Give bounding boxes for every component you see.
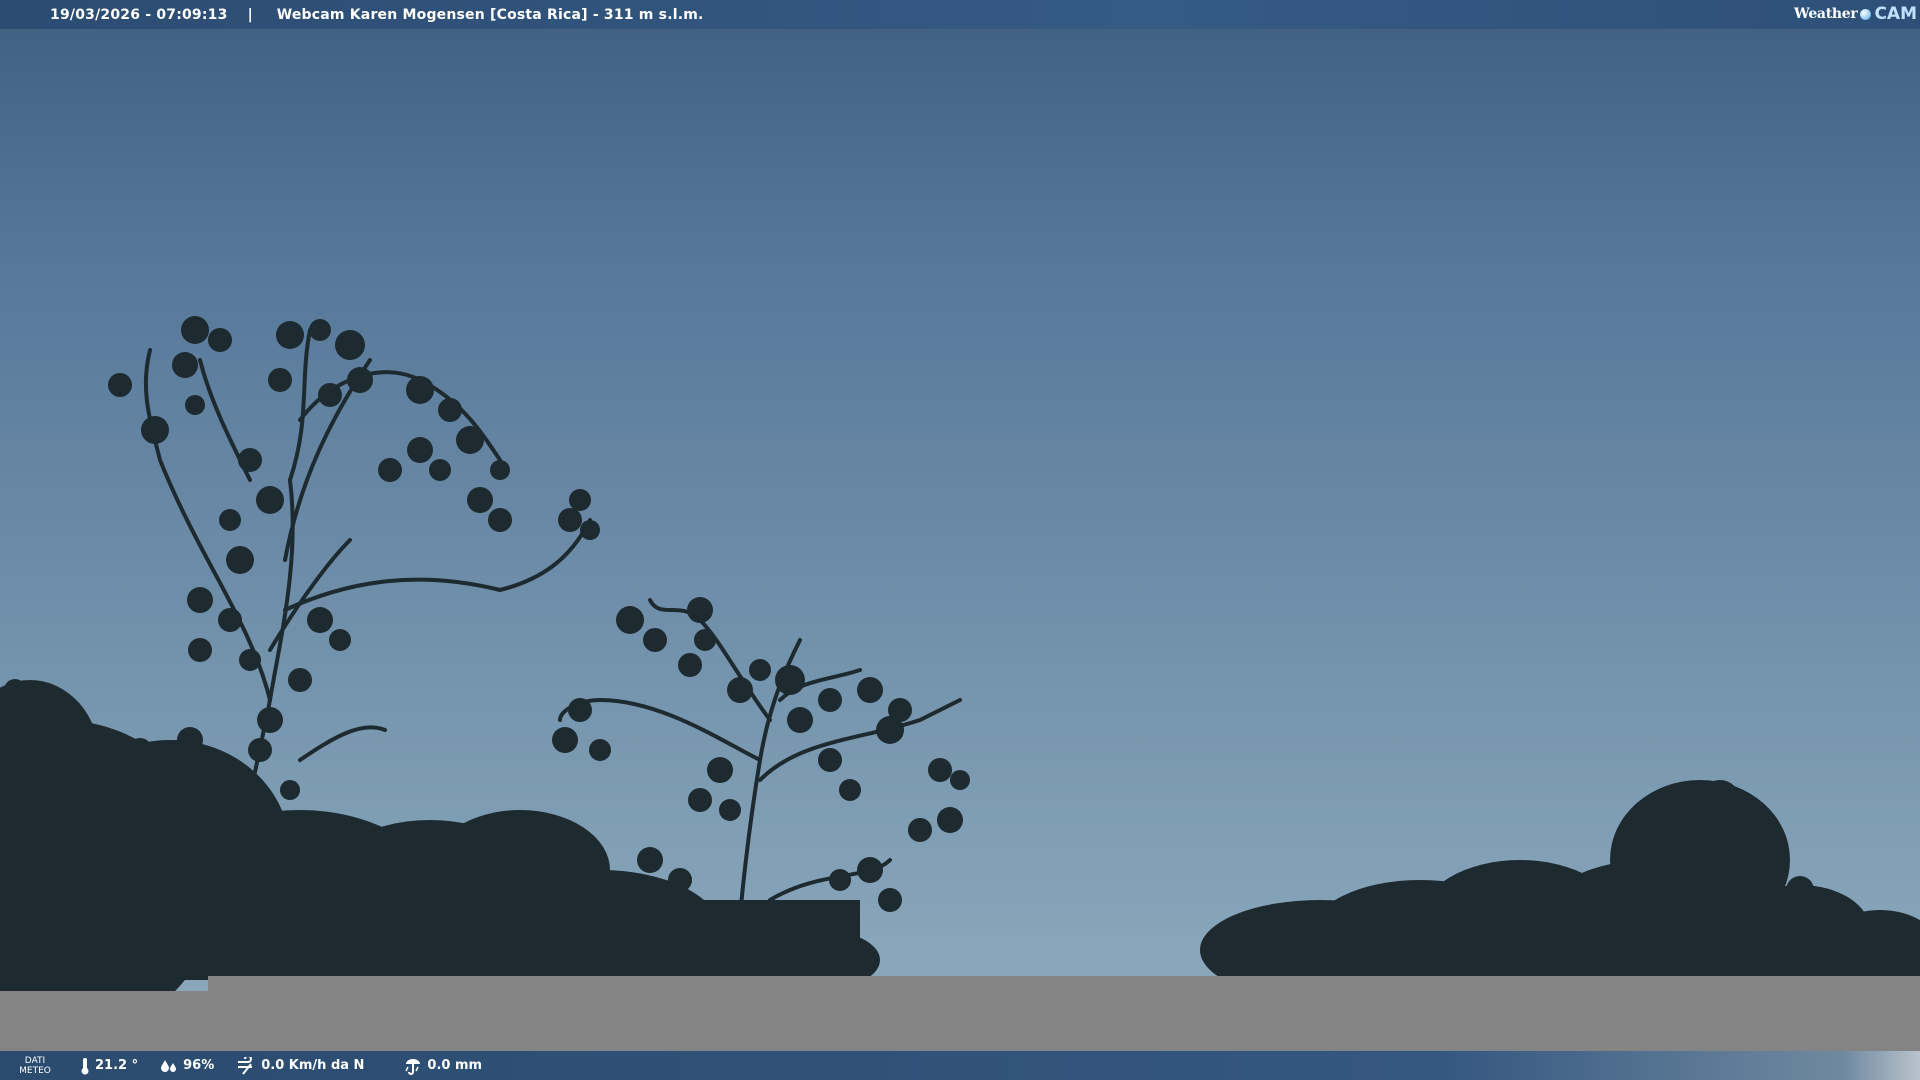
logo-cam-text: CAM: [1874, 4, 1917, 24]
humidity-value: 96%: [183, 1058, 215, 1073]
weather-data-bar: DATI METEO 21.2 ° 96% 0.0 Km/h da N 0.0 …: [0, 1051, 1920, 1080]
weathercam-logo[interactable]: Weather CAM: [1794, 3, 1917, 25]
humidity-drops-icon: [161, 1059, 177, 1072]
wind-icon: [238, 1056, 253, 1075]
header-separator: |: [247, 6, 253, 23]
datetime-text: 19/03/2026 - 07:09:13: [50, 6, 228, 23]
dati-label-line2: METEO: [19, 1065, 51, 1076]
temperature-metric: 21.2 °: [80, 1057, 138, 1075]
wind-value: 0.0 Km/h da N: [261, 1058, 365, 1073]
gray-band-left: [0, 991, 208, 1051]
dati-meteo-label: DATI METEO: [0, 1056, 70, 1076]
logo-weather-text: Weather: [1794, 6, 1858, 22]
temperature-value: 21.2 °: [95, 1058, 139, 1073]
gray-band: [208, 976, 1920, 1051]
webcam-image: [0, 0, 1920, 1080]
rain-gauge-icon: [405, 1058, 421, 1075]
humidity-metric: 96%: [160, 1058, 214, 1074]
dati-label-line1: DATI: [24, 1055, 46, 1066]
tree-silhouettes: [0, 316, 1920, 1040]
webcam-title: Webcam Karen Mogensen [Costa Rica] - 311…: [276, 6, 704, 23]
logo-globe-icon: [1860, 8, 1872, 20]
thermometer-icon: [81, 1057, 89, 1074]
wind-metric: 0.0 Km/h da N: [236, 1056, 365, 1075]
rain-value: 0.0 mm: [427, 1058, 483, 1073]
rain-metric: 0.0 mm: [404, 1057, 482, 1075]
header-bar: 19/03/2026 - 07:09:13 | Webcam Karen Mog…: [0, 0, 1920, 29]
